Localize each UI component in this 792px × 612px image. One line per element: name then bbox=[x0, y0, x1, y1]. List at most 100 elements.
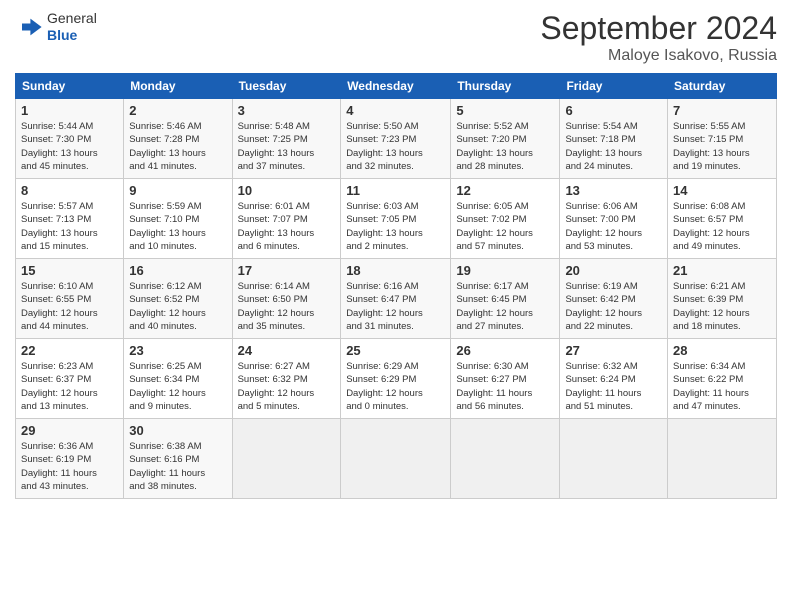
day-number: 28 bbox=[673, 343, 771, 358]
day-number: 10 bbox=[238, 183, 336, 198]
calendar-cell: 15Sunrise: 6:10 AM Sunset: 6:55 PM Dayli… bbox=[16, 259, 124, 339]
calendar-cell: 16 Sunrise: 6:12 AM Sunset: 6:52 PM Dayli… bbox=[124, 259, 232, 339]
day-number: 22 bbox=[21, 343, 118, 358]
day-info: Sunrise: 6:17 AM Sunset: 6:45 PM Dayligh… bbox=[456, 280, 554, 333]
calendar-cell: 23Sunrise: 6:25 AM Sunset: 6:34 PM Dayli… bbox=[124, 339, 232, 419]
calendar-cell: 24 Sunrise: 6:27 AM Sunset: 6:32 PM Dayli… bbox=[232, 339, 341, 419]
day-info: Sunrise: 6:29 AM Sunset: 6:29 PM Dayligh… bbox=[346, 360, 445, 413]
col-wednesday: Wednesday bbox=[341, 74, 451, 99]
day-info: Sunrise: 5:55 AM Sunset: 7:15 PM Dayligh… bbox=[673, 120, 771, 173]
calendar-cell: 10 Sunrise: 6:01 AM Sunset: 7:07 PM Dayli… bbox=[232, 179, 341, 259]
col-sunday: Sunday bbox=[16, 74, 124, 99]
day-info: Sunrise: 6:06 AM Sunset: 7:00 PM Dayligh… bbox=[565, 200, 662, 253]
day-number: 11 bbox=[346, 183, 445, 198]
col-friday: Friday bbox=[560, 74, 668, 99]
day-info: Sunrise: 6:32 AM Sunset: 6:24 PM Dayligh… bbox=[565, 360, 662, 413]
day-info: Sunrise: 6:23 AM Sunset: 6:37 PM Dayligh… bbox=[21, 360, 118, 413]
day-info: Sunrise: 6:05 AM Sunset: 7:02 PM Dayligh… bbox=[456, 200, 554, 253]
calendar-cell: 4 Sunrise: 5:50 AM Sunset: 7:23 PM Daylig… bbox=[341, 99, 451, 179]
calendar-cell bbox=[668, 419, 777, 499]
calendar-cell: 20 Sunrise: 6:19 AM Sunset: 6:42 PM Dayli… bbox=[560, 259, 668, 339]
day-number: 8 bbox=[21, 183, 118, 198]
calendar-week-4: 22 Sunrise: 6:23 AM Sunset: 6:37 PM Dayli… bbox=[16, 339, 777, 419]
day-info: Sunrise: 6:14 AM Sunset: 6:50 PM Dayligh… bbox=[238, 280, 336, 333]
day-number: 12 bbox=[456, 183, 554, 198]
col-tuesday: Tuesday bbox=[232, 74, 341, 99]
calendar-cell: 22 Sunrise: 6:23 AM Sunset: 6:37 PM Dayli… bbox=[16, 339, 124, 419]
calendar-cell: 29 Sunrise: 6:36 AM Sunset: 6:19 PM Dayli… bbox=[16, 419, 124, 499]
calendar-cell: 11 Sunrise: 6:03 AM Sunset: 7:05 PM Dayli… bbox=[341, 179, 451, 259]
day-number: 2 bbox=[129, 103, 226, 118]
day-number: 3 bbox=[238, 103, 336, 118]
day-number: 14 bbox=[673, 183, 771, 198]
calendar-cell: 2 Sunrise: 5:46 AM Sunset: 7:28 PM Daylig… bbox=[124, 99, 232, 179]
calendar-cell: 1Sunrise: 5:44 AM Sunset: 7:30 PM Daylig… bbox=[16, 99, 124, 179]
day-number: 26 bbox=[456, 343, 554, 358]
day-info: Sunrise: 6:36 AM Sunset: 6:19 PM Dayligh… bbox=[21, 440, 118, 493]
calendar-cell bbox=[451, 419, 560, 499]
day-info: Sunrise: 6:21 AM Sunset: 6:39 PM Dayligh… bbox=[673, 280, 771, 333]
day-number: 25 bbox=[346, 343, 445, 358]
calendar-week-1: 1Sunrise: 5:44 AM Sunset: 7:30 PM Daylig… bbox=[16, 99, 777, 179]
location-title: Maloye Isakovo, Russia bbox=[540, 47, 777, 65]
col-saturday: Saturday bbox=[668, 74, 777, 99]
day-number: 16 bbox=[129, 263, 226, 278]
day-info: Sunrise: 5:46 AM Sunset: 7:28 PM Dayligh… bbox=[129, 120, 226, 173]
day-number: 18 bbox=[346, 263, 445, 278]
day-number: 19 bbox=[456, 263, 554, 278]
calendar-week-5: 29 Sunrise: 6:36 AM Sunset: 6:19 PM Dayli… bbox=[16, 419, 777, 499]
day-info: Sunrise: 6:19 AM Sunset: 6:42 PM Dayligh… bbox=[565, 280, 662, 333]
day-number: 29 bbox=[21, 423, 118, 438]
day-number: 6 bbox=[565, 103, 662, 118]
day-number: 9 bbox=[129, 183, 226, 198]
calendar-cell: 8Sunrise: 5:57 AM Sunset: 7:13 PM Daylig… bbox=[16, 179, 124, 259]
day-info: Sunrise: 6:34 AM Sunset: 6:22 PM Dayligh… bbox=[673, 360, 771, 413]
day-number: 27 bbox=[565, 343, 662, 358]
day-number: 4 bbox=[346, 103, 445, 118]
day-number: 21 bbox=[673, 263, 771, 278]
col-thursday: Thursday bbox=[451, 74, 560, 99]
calendar-cell: 25 Sunrise: 6:29 AM Sunset: 6:29 PM Dayli… bbox=[341, 339, 451, 419]
logo: General Blue bbox=[15, 10, 97, 44]
day-info: Sunrise: 5:50 AM Sunset: 7:23 PM Dayligh… bbox=[346, 120, 445, 173]
day-info: Sunrise: 5:52 AM Sunset: 7:20 PM Dayligh… bbox=[456, 120, 554, 173]
calendar-cell: 6Sunrise: 5:54 AM Sunset: 7:18 PM Daylig… bbox=[560, 99, 668, 179]
day-info: Sunrise: 6:12 AM Sunset: 6:52 PM Dayligh… bbox=[129, 280, 226, 333]
day-info: Sunrise: 6:03 AM Sunset: 7:05 PM Dayligh… bbox=[346, 200, 445, 253]
day-info: Sunrise: 6:10 AM Sunset: 6:55 PM Dayligh… bbox=[21, 280, 118, 333]
day-number: 13 bbox=[565, 183, 662, 198]
calendar-cell bbox=[560, 419, 668, 499]
calendar-week-3: 15Sunrise: 6:10 AM Sunset: 6:55 PM Dayli… bbox=[16, 259, 777, 339]
day-info: Sunrise: 6:38 AM Sunset: 6:16 PM Dayligh… bbox=[129, 440, 226, 493]
day-info: Sunrise: 6:01 AM Sunset: 7:07 PM Dayligh… bbox=[238, 200, 336, 253]
calendar-cell bbox=[341, 419, 451, 499]
day-info: Sunrise: 6:30 AM Sunset: 6:27 PM Dayligh… bbox=[456, 360, 554, 413]
month-title: September 2024 bbox=[540, 10, 777, 47]
calendar-cell: 26 Sunrise: 6:30 AM Sunset: 6:27 PM Dayli… bbox=[451, 339, 560, 419]
day-info: Sunrise: 6:08 AM Sunset: 6:57 PM Dayligh… bbox=[673, 200, 771, 253]
calendar-cell: 3 Sunrise: 5:48 AM Sunset: 7:25 PM Daylig… bbox=[232, 99, 341, 179]
col-monday: Monday bbox=[124, 74, 232, 99]
calendar-cell: 7Sunrise: 5:55 AM Sunset: 7:15 PM Daylig… bbox=[668, 99, 777, 179]
calendar-cell: 13 Sunrise: 6:06 AM Sunset: 7:00 PM Dayli… bbox=[560, 179, 668, 259]
calendar-cell: 12 Sunrise: 6:05 AM Sunset: 7:02 PM Dayli… bbox=[451, 179, 560, 259]
day-number: 17 bbox=[238, 263, 336, 278]
calendar-cell: 14 Sunrise: 6:08 AM Sunset: 6:57 PM Dayli… bbox=[668, 179, 777, 259]
logo-general: General bbox=[47, 10, 97, 26]
logo-blue: Blue bbox=[47, 27, 77, 43]
day-number: 30 bbox=[129, 423, 226, 438]
day-number: 20 bbox=[565, 263, 662, 278]
calendar-cell: 27 Sunrise: 6:32 AM Sunset: 6:24 PM Dayli… bbox=[560, 339, 668, 419]
day-number: 1 bbox=[21, 103, 118, 118]
day-info: Sunrise: 6:27 AM Sunset: 6:32 PM Dayligh… bbox=[238, 360, 336, 413]
day-number: 24 bbox=[238, 343, 336, 358]
calendar-week-2: 8Sunrise: 5:57 AM Sunset: 7:13 PM Daylig… bbox=[16, 179, 777, 259]
day-number: 23 bbox=[129, 343, 226, 358]
day-info: Sunrise: 5:48 AM Sunset: 7:25 PM Dayligh… bbox=[238, 120, 336, 173]
calendar-cell: 19 Sunrise: 6:17 AM Sunset: 6:45 PM Dayli… bbox=[451, 259, 560, 339]
calendar-cell: 21 Sunrise: 6:21 AM Sunset: 6:39 PM Dayli… bbox=[668, 259, 777, 339]
calendar-cell: 30 Sunrise: 6:38 AM Sunset: 6:16 PM Dayli… bbox=[124, 419, 232, 499]
header: General Blue September 2024 Maloye Isako… bbox=[15, 10, 777, 65]
day-info: Sunrise: 5:59 AM Sunset: 7:10 PM Dayligh… bbox=[129, 200, 226, 253]
calendar-table: Sunday Monday Tuesday Wednesday Thursday… bbox=[15, 73, 777, 499]
